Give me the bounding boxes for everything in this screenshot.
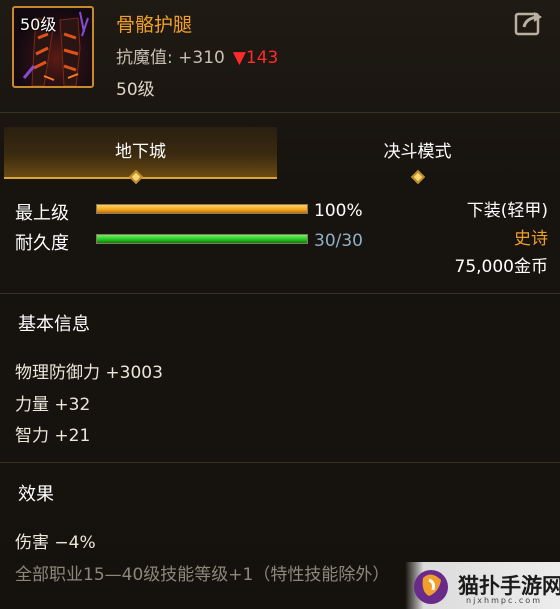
item-tooltip-panel: 50级 骨骼护腿 抗魔值: +310 ▼143 50级 地下城 决斗模式 最上级 … <box>0 0 560 609</box>
basic-info-title: 基本信息 <box>18 314 90 335</box>
rarity-label: 史诗 <box>514 229 548 249</box>
item-level-badge: 50级 <box>20 15 57 34</box>
damage-effect-line: 伤害 −4% <box>15 533 96 553</box>
durability-bar-fill <box>97 235 307 243</box>
grade-bar-fill <box>97 205 307 213</box>
skill-level-effect-line: 全部职业15—40级技能等级+1（特性技能除外） <box>15 565 390 585</box>
effects-title: 效果 <box>18 484 54 505</box>
magic-resist-diff: ▼143 <box>232 48 279 68</box>
share-export-icon <box>514 12 542 36</box>
magic-resist-stat: 抗魔值: +310 ▼143 <box>116 43 278 68</box>
magic-resist-value: 抗魔值: +310 <box>116 48 225 68</box>
stats-divider <box>0 293 560 294</box>
grade-value: 100% <box>314 201 363 221</box>
watermark-url: njxhmpc.com <box>466 596 542 605</box>
item-price: 75,000金币 <box>454 257 548 277</box>
tab-dungeon[interactable]: 地下城 <box>4 127 277 179</box>
item-name: 骨骼护腿 <box>116 14 193 36</box>
item-level-text: 50级 <box>116 80 155 100</box>
effects-divider <box>0 462 560 463</box>
cat-paw-logo-icon <box>414 570 448 604</box>
durability-value: 30/30 <box>314 231 363 251</box>
header-divider <box>0 112 560 113</box>
strength-line: 力量 +32 <box>15 395 91 415</box>
item-icon: 50级 <box>12 6 94 88</box>
durability-label: 耐久度 <box>15 233 69 254</box>
durability-bar <box>96 234 308 244</box>
equipment-slot: 下装(轻甲) <box>466 201 548 221</box>
grade-label: 最上级 <box>15 203 69 224</box>
intelligence-line: 智力 +21 <box>15 426 91 446</box>
share-button[interactable] <box>514 10 544 36</box>
mode-tabs: 地下城 决斗模式 <box>4 127 556 179</box>
physical-defense-line: 物理防御力 +3003 <box>15 363 163 383</box>
item-header: 50级 骨骼护腿 抗魔值: +310 ▼143 50级 <box>0 0 560 108</box>
grade-bar <box>96 204 308 214</box>
